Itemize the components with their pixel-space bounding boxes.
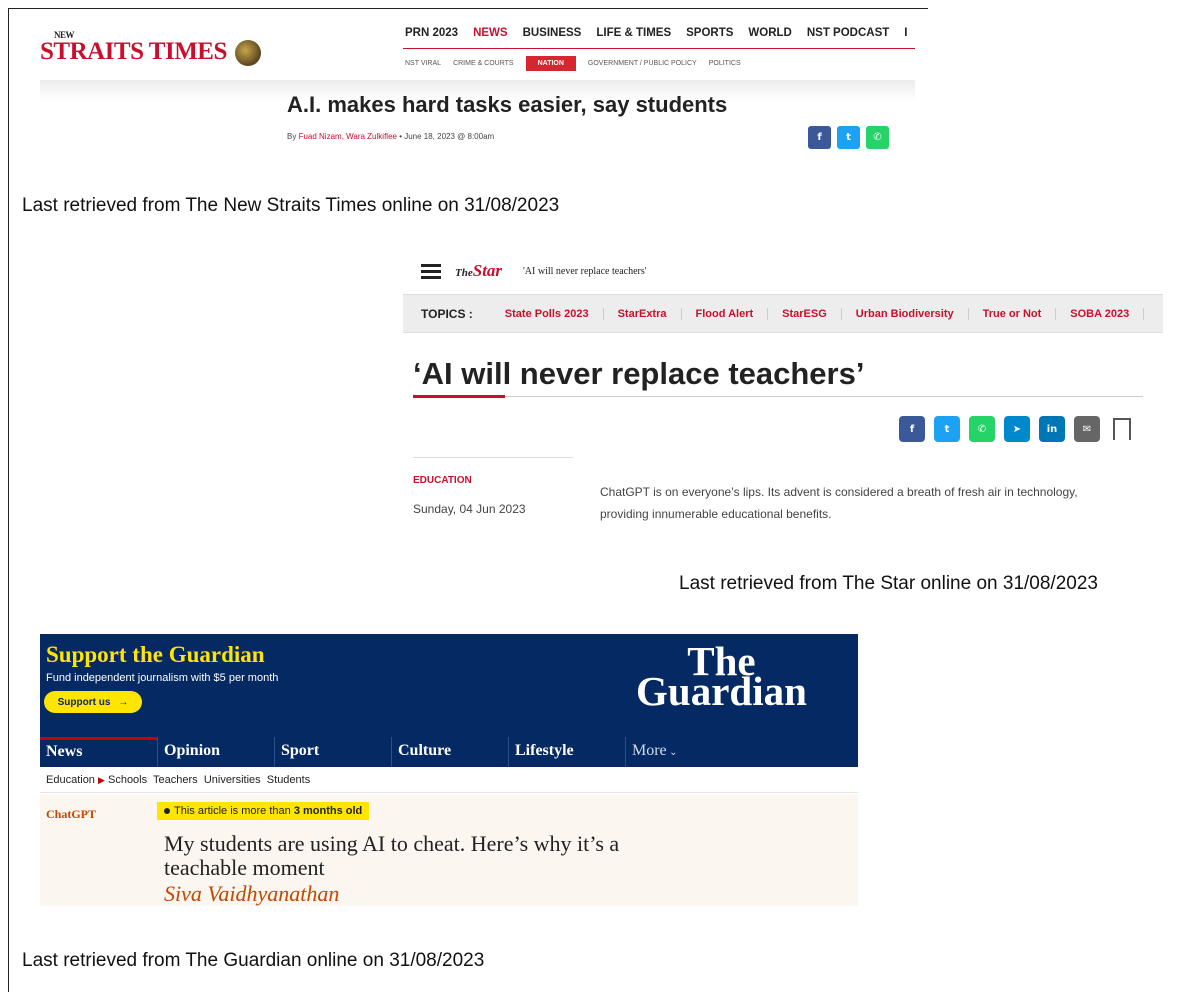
nst-subnav-item[interactable]: GOVERNMENT / PUBLIC POLICY (588, 60, 709, 67)
nst-byline-date: • June 18, 2023 @ 8:00am (396, 132, 495, 141)
guardian-nav-sport[interactable]: Sport (274, 737, 391, 767)
nst-nav-item[interactable]: NST PODCAST (807, 27, 889, 39)
email-icon[interactable]: ✉ (1074, 416, 1100, 442)
star-topics-bar: TOPICS : State Polls 2023 StarExtra Floo… (403, 294, 1163, 333)
nst-byline: By Fuad Nizam, Wara Zulkiflee • June 18,… (287, 132, 494, 141)
star-topic-link[interactable]: True or Not (969, 307, 1057, 320)
bookmark-icon[interactable] (1113, 418, 1131, 442)
guardian-nav-more-label: More (632, 742, 667, 759)
star-caption: Last retrieved from The Star online on 3… (679, 573, 1098, 594)
star-logo-text: Star (472, 261, 503, 280)
age-warning-bold: 3 months old (293, 805, 363, 817)
guardian-nav-lifestyle[interactable]: Lifestyle (508, 737, 625, 767)
guardian-caption: Last retrieved from The Guardian online … (22, 950, 485, 971)
arrow-right-icon: → (118, 696, 129, 708)
age-warning-prefix: This article is more than (174, 805, 294, 817)
guardian-logo[interactable]: The Guardian (636, 641, 807, 714)
guardian-subnav: Education ▶ Schools Teachers Universitie… (40, 767, 858, 793)
nst-byline-prefix: By (287, 132, 299, 141)
nst-nav-item[interactable]: BUSINESS (523, 27, 582, 39)
guardian-support-title: Support the Guardian (46, 642, 265, 667)
support-us-button[interactable]: Support us → (44, 691, 142, 713)
guardian-subnav-item[interactable]: Students (267, 774, 310, 786)
star-topic-link[interactable]: StarExtra (604, 307, 682, 320)
guardian-nav-more[interactable]: More ⌄ (625, 737, 742, 767)
star-topic-link[interactable]: Urban Biodiversity (842, 307, 969, 320)
guardian-nav-culture[interactable]: Culture (391, 737, 508, 767)
nst-subnav-item[interactable]: POLITICS (709, 60, 753, 67)
linkedin-icon[interactable]: in (1039, 416, 1065, 442)
nst-nav-item[interactable]: SPORTS (686, 27, 733, 39)
guardian-subnav-item[interactable]: Universities (204, 774, 261, 786)
nst-article-title: A.I. makes hard tasks easier, say studen… (287, 92, 728, 117)
guardian-screenshot: Support the Guardian Fund independent jo… (40, 634, 858, 906)
nst-logo-new: NEW (54, 30, 75, 40)
guardian-subnav-item[interactable]: Teachers (153, 774, 198, 786)
star-lede: ChatGPT is on everyone’s lips. Its adven… (600, 485, 1078, 521)
star-title-rule (413, 396, 1143, 397)
whatsapp-icon[interactable]: ✆ (969, 416, 995, 442)
nst-nav-item-news[interactable]: NEWS (473, 27, 508, 39)
telegram-icon[interactable]: ➤ (1004, 416, 1030, 442)
whatsapp-icon[interactable]: ✆ (866, 126, 889, 149)
triangle-right-icon: ▶ (98, 775, 105, 785)
nst-nav-divider (403, 48, 915, 49)
guardian-nav-opinion[interactable]: Opinion (157, 737, 274, 767)
star-meta-divider (413, 457, 573, 458)
nst-subnav-item-nation[interactable]: NATION (525, 56, 576, 71)
guardian-logo-line2: Guardian (636, 668, 807, 714)
twitter-icon[interactable]: t (837, 126, 860, 149)
facebook-icon[interactable]: f (899, 416, 925, 442)
nst-logo-text: STRAITS TIMES (40, 38, 227, 65)
frame-top-border (8, 8, 928, 9)
star-topic-link[interactable]: Flood Alert (682, 307, 769, 320)
nst-subnav-item[interactable]: NST VIRAL (405, 60, 453, 67)
guardian-subnav-section[interactable]: Education (46, 774, 95, 786)
nst-main-nav: PRN 2023 NEWS BUSINESS LIFE & TIMES SPOR… (405, 27, 907, 39)
guardian-support-subtitle: Fund independent journalism with $5 per … (46, 672, 279, 684)
twitter-icon[interactable]: t (934, 416, 960, 442)
clock-icon (164, 808, 170, 815)
nst-nav-item[interactable]: WORLD (748, 27, 791, 39)
star-logo[interactable]: TheStar (455, 261, 502, 281)
facebook-icon[interactable]: f (808, 126, 831, 149)
nst-screenshot: NEW STRAITS TIMES PRN 2023 NEWS BUSINESS… (40, 20, 915, 170)
nst-caption: Last retrieved from The New Straits Time… (22, 195, 560, 216)
age-warning-badge: This article is more than 3 months old (157, 802, 370, 820)
star-topic-link[interactable]: State Polls 2023 (491, 307, 604, 320)
star-title-accent (413, 395, 505, 398)
nst-share-bar: f t ✆ (808, 126, 889, 149)
nst-sub-nav: NST VIRAL CRIME & COURTS NATION GOVERNME… (405, 56, 753, 71)
star-share-bar: f t ✆ ➤ in ✉ (899, 416, 1131, 442)
hamburger-menu-icon[interactable] (421, 261, 441, 282)
star-topics-label: TOPICS : (421, 306, 473, 321)
guardian-header: Support the Guardian Fund independent jo… (40, 634, 858, 737)
star-screenshot: TheStar 'AI will never replace teachers'… (403, 252, 1163, 532)
support-us-label: Support us (57, 696, 111, 708)
star-category[interactable]: EDUCATION (413, 475, 472, 486)
guardian-author[interactable]: Siva Vaidhyanathan (164, 881, 339, 907)
nst-subnav-item[interactable]: CRIME & COURTS (453, 60, 526, 67)
guardian-nav-news[interactable]: News (40, 737, 157, 767)
guardian-series-tag[interactable]: ChatGPT (46, 807, 96, 822)
nst-nav-item[interactable]: PRN 2023 (405, 27, 458, 39)
nst-nav-item[interactable]: LIFE & TIMES (596, 27, 671, 39)
guardian-subnav-item[interactable]: Schools (108, 774, 147, 786)
star-logo-the: The (455, 267, 473, 279)
nst-logo[interactable]: NEW STRAITS TIMES (40, 30, 261, 67)
frame-left-border (8, 8, 9, 992)
nst-byline-authors[interactable]: Fuad Nizam, Wara Zulkiflee (299, 132, 397, 141)
star-article-title: ‘AI will never replace teachers’ (413, 356, 865, 391)
nst-nav-item[interactable]: I (904, 27, 907, 39)
star-topic-link[interactable]: SOBA 2023 (1056, 307, 1145, 320)
star-topic-link[interactable]: StarESG (768, 307, 842, 320)
chevron-down-icon: ⌄ (666, 747, 678, 758)
star-breadcrumb: 'AI will never replace teachers' (523, 266, 647, 277)
guardian-headline: My students are using AI to cheat. Here’… (164, 831, 620, 880)
star-date: Sunday, 04 Jun 2023 (413, 502, 526, 516)
guardian-article-header: ChatGPT This article is more than 3 mont… (40, 794, 858, 906)
guardian-nav: News Opinion Sport Culture Lifestyle Mor… (40, 737, 858, 767)
globe-icon (234, 40, 261, 67)
